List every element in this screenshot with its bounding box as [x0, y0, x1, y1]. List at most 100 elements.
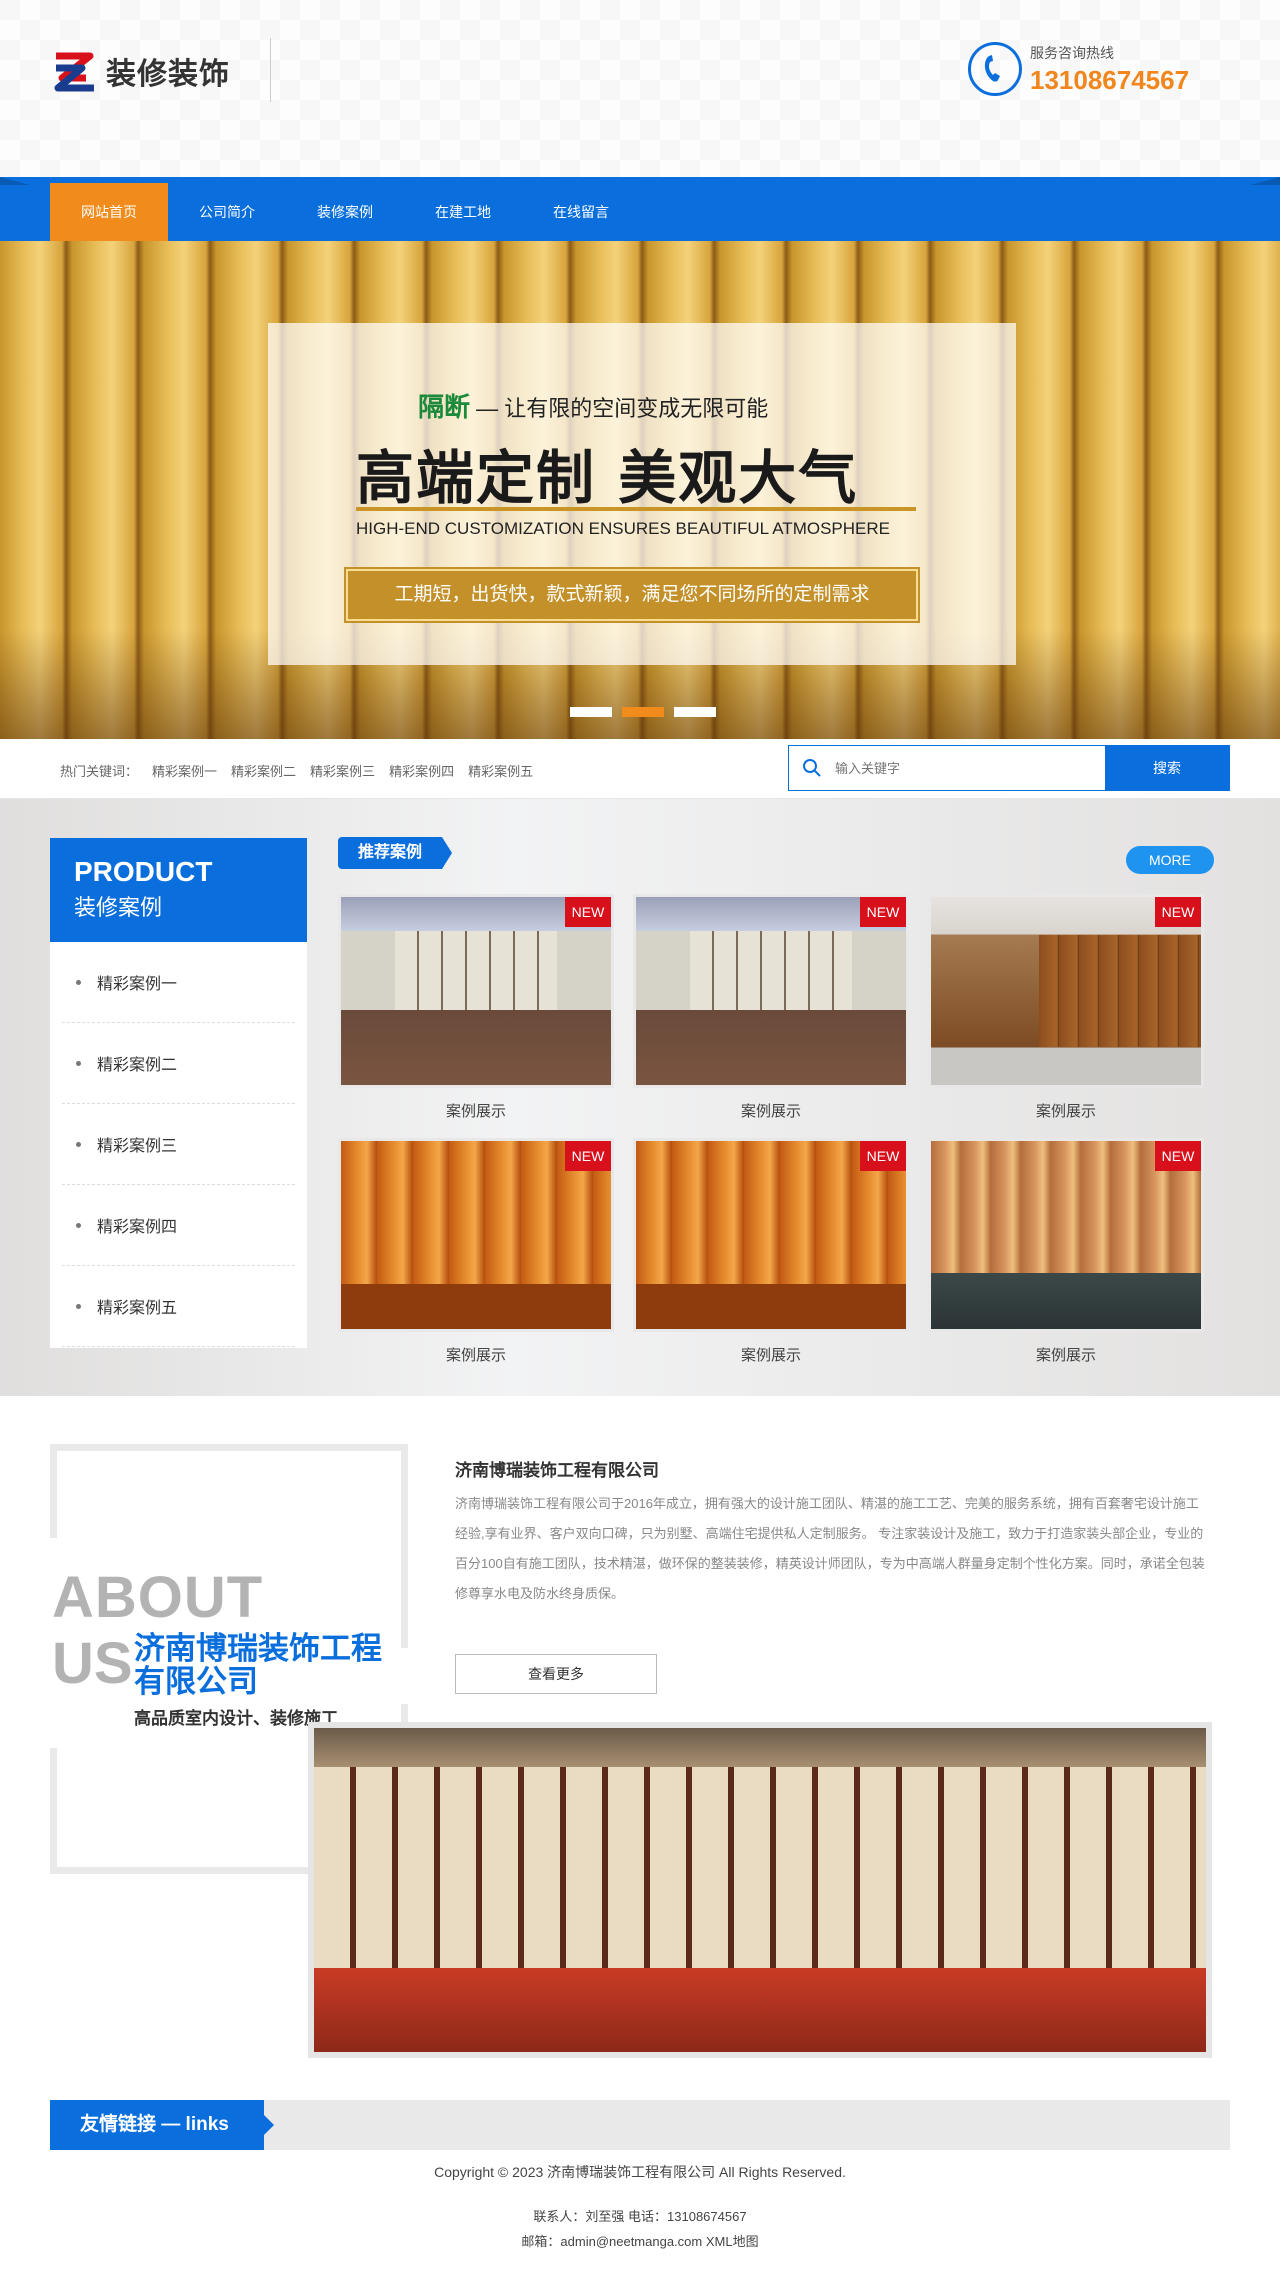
- nav-corner-right: [1250, 177, 1280, 185]
- about-en-title: ABOUT: [52, 1565, 264, 1630]
- slider-dot-active[interactable]: [622, 707, 664, 717]
- product-title-cn: 装修案例: [74, 895, 163, 920]
- about-en-title-2: US: [52, 1631, 133, 1696]
- case-card[interactable]: NEW 案例展示: [633, 894, 909, 1138]
- hotline-label: 服务咨询热线: [1030, 44, 1114, 61]
- nav-corner-left: [0, 177, 30, 185]
- sidebar-item-label: 精彩案例五: [97, 1300, 178, 1317]
- hot-keyword[interactable]: 精彩案例三: [310, 761, 375, 780]
- slider-dot[interactable]: [570, 707, 612, 717]
- bullet-icon: [76, 1141, 81, 1147]
- hot-keyword[interactable]: 精彩案例二: [231, 761, 296, 780]
- search-input[interactable]: [835, 746, 1105, 790]
- logo-mark-icon: [54, 52, 94, 92]
- case-grid: NEW 案例展示 NEW 案例展示 NEW 案例展示 NEW 案例展示 NEW …: [338, 894, 1208, 1382]
- case-image[interactable]: NEW: [633, 1138, 909, 1332]
- site-footer: Copyright © 2023 济南博瑞装饰工程有限公司 All Rights…: [0, 2160, 1280, 2285]
- case-card[interactable]: NEW 案例展示: [633, 1138, 909, 1382]
- hot-keyword[interactable]: 精彩案例四: [389, 761, 454, 780]
- case-caption[interactable]: 案例展示: [338, 1344, 614, 1365]
- product-section: PRODUCT 装修案例 精彩案例一 精彩案例二 精彩案例三 精彩案例四 精彩案…: [0, 799, 1280, 1396]
- footer-copyright: Copyright © 2023 济南博瑞装饰工程有限公司 All Rights…: [434, 2164, 846, 2180]
- hot-keywords: 热门关键词： 精彩案例一 精彩案例二 精彩案例三 精彩案例四 精彩案例五: [60, 761, 533, 780]
- hot-keyword[interactable]: 精彩案例五: [468, 761, 533, 780]
- sidebar-item-label: 精彩案例二: [97, 1057, 178, 1074]
- product-sidebar: PRODUCT 装修案例 精彩案例一 精彩案例二 精彩案例三 精彩案例四 精彩案…: [50, 838, 307, 1348]
- product-title-en: PRODUCT: [74, 856, 213, 887]
- case-image[interactable]: NEW: [338, 1138, 614, 1332]
- sidebar-item-label: 精彩案例四: [97, 1219, 178, 1236]
- sidebar-item[interactable]: 精彩案例一: [62, 942, 295, 1023]
- banner-subtitle: 隔断 — 让有限的空间变成无限可能: [418, 387, 768, 424]
- hotline-number[interactable]: 13108674567: [1030, 65, 1189, 96]
- case-image[interactable]: NEW: [928, 1138, 1204, 1332]
- new-badge: NEW: [565, 1141, 611, 1171]
- hot-keywords-label: 热门关键词：: [60, 764, 139, 779]
- about-section: ABOUT US 济南博瑞装饰工程有限公司 高品质室内设计、装修施工 济南博瑞装…: [0, 1396, 1280, 2096]
- search-button[interactable]: 搜索: [1105, 746, 1229, 790]
- bullet-icon: [76, 979, 81, 985]
- footer-email[interactable]: 邮箱：admin@neetmanga.com XML地图: [0, 2231, 1280, 2250]
- case-caption[interactable]: 案例展示: [633, 1100, 909, 1121]
- case-card[interactable]: NEW 案例展示: [338, 1138, 614, 1382]
- case-caption[interactable]: 案例展示: [928, 1344, 1204, 1365]
- slider-dot[interactable]: [674, 707, 716, 717]
- nav-item-message[interactable]: 在线留言: [522, 183, 640, 241]
- case-card[interactable]: NEW 案例展示: [928, 1138, 1204, 1382]
- footer-contact: 联系人：刘至强 电话：13108674567: [533, 2209, 747, 2224]
- more-button[interactable]: MORE: [1126, 846, 1214, 874]
- search-box: 搜索: [788, 745, 1230, 791]
- new-badge: NEW: [1155, 1141, 1201, 1171]
- case-caption[interactable]: 案例展示: [338, 1100, 614, 1121]
- bullet-icon: [76, 1060, 81, 1066]
- nav-item-sites[interactable]: 在建工地: [404, 183, 522, 241]
- case-caption[interactable]: 案例展示: [633, 1344, 909, 1365]
- about-body: 济南博瑞装饰工程有限公司于2016年成立，拥有强大的设计施工团队、精湛的施工工艺…: [455, 1496, 1205, 1601]
- new-badge: NEW: [1155, 897, 1201, 927]
- nav-item-home[interactable]: 网站首页: [50, 183, 168, 241]
- about-company-name: 济南博瑞装饰工程有限公司: [134, 1631, 382, 1699]
- phone-icon: [968, 42, 1022, 96]
- slider-dots: [570, 707, 716, 717]
- banner-english: HIGH-END CUSTOMIZATION ENSURES BEAUTIFUL…: [356, 519, 890, 538]
- banner-cta: 工期短，出货快，款式新颖，满足您不同场所的定制需求: [344, 567, 920, 623]
- new-badge: NEW: [860, 1141, 906, 1171]
- banner-highlight: 隔断: [418, 392, 471, 422]
- search-strip: 热门关键词： 精彩案例一 精彩案例二 精彩案例三 精彩案例四 精彩案例五 搜索: [0, 739, 1280, 799]
- logo-text: 装修装饰: [106, 57, 230, 92]
- sidebar-item[interactable]: 精彩案例二: [62, 1023, 295, 1104]
- hero-banner[interactable]: 隔断 — 让有限的空间变成无限可能 高端定制 美观大气 HIGH-END CUS…: [0, 241, 1280, 739]
- sidebar-item-label: 精彩案例一: [97, 976, 178, 993]
- site-header: 装修装饰 服务咨询热线 13108674567: [0, 0, 1280, 177]
- site-logo[interactable]: 装修装饰: [52, 44, 230, 98]
- about-image: [308, 1722, 1212, 2058]
- nav-item-about[interactable]: 公司简介: [168, 183, 286, 241]
- about-title: 济南博瑞装饰工程有限公司: [455, 1461, 659, 1480]
- main-nav: 网站首页 公司简介 装修案例 在建工地 在线留言: [0, 177, 1280, 241]
- product-sidebar-header: PRODUCT 装修案例: [50, 838, 307, 942]
- sidebar-item[interactable]: 精彩案例三: [62, 1104, 295, 1185]
- sidebar-item[interactable]: 精彩案例五: [62, 1266, 295, 1347]
- banner-title: 高端定制 美观大气: [356, 444, 859, 512]
- nav-item-cases[interactable]: 装修案例: [286, 183, 404, 241]
- new-badge: NEW: [565, 897, 611, 927]
- case-caption[interactable]: 案例展示: [928, 1100, 1204, 1121]
- header-divider: [270, 38, 271, 102]
- new-badge: NEW: [860, 897, 906, 927]
- case-card[interactable]: NEW 案例展示: [338, 894, 614, 1138]
- search-icon: [789, 746, 835, 790]
- case-card[interactable]: NEW 案例展示: [928, 894, 1204, 1138]
- banner-rule: [356, 507, 916, 511]
- case-image[interactable]: NEW: [338, 894, 614, 1088]
- bullet-icon: [76, 1222, 81, 1228]
- about-more-button[interactable]: 查看更多: [455, 1654, 657, 1694]
- case-image[interactable]: NEW: [633, 894, 909, 1088]
- hotline: 服务咨询热线 13108674567: [968, 42, 1189, 96]
- bullet-icon: [76, 1303, 81, 1309]
- hot-keyword[interactable]: 精彩案例一: [152, 761, 217, 780]
- case-image[interactable]: NEW: [928, 894, 1204, 1088]
- sidebar-item-label: 精彩案例三: [97, 1138, 178, 1155]
- friend-links-title: 友情链接 — links: [50, 2100, 274, 2150]
- friend-links: 友情链接 — links: [50, 2100, 1230, 2150]
- sidebar-item[interactable]: 精彩案例四: [62, 1185, 295, 1266]
